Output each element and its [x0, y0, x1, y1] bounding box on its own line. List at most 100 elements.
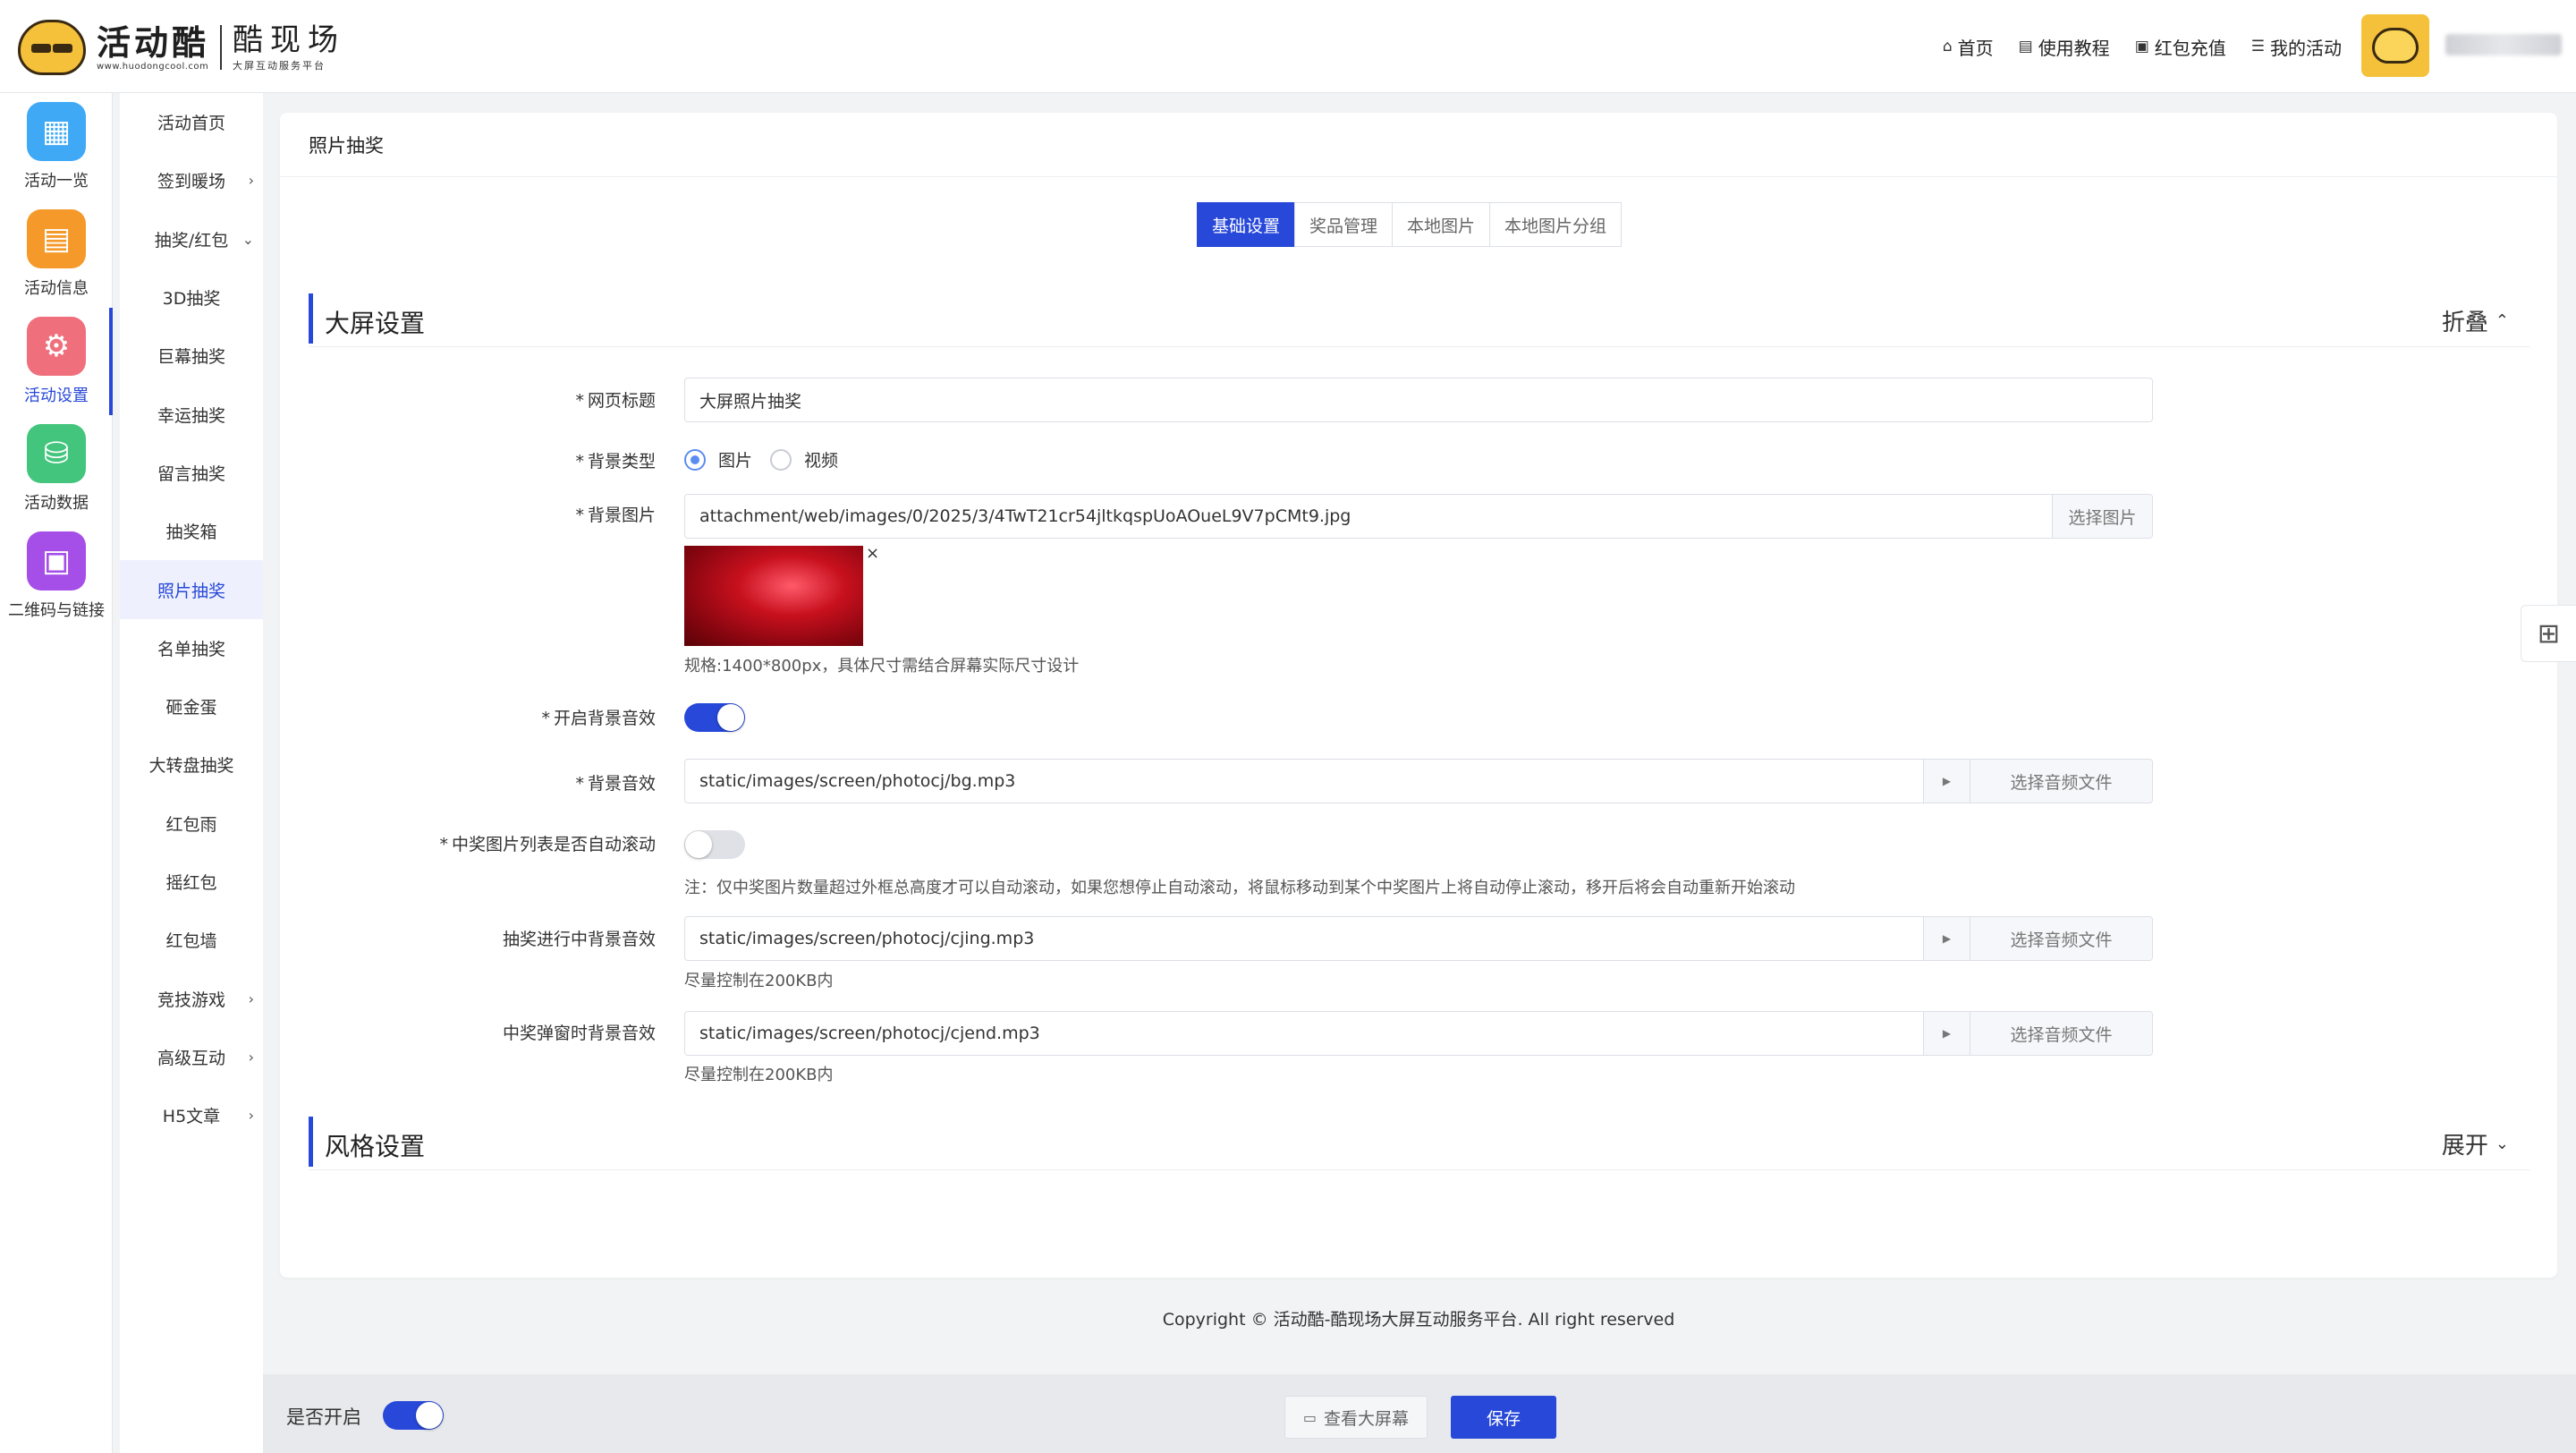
- required-mark: *: [575, 506, 584, 525]
- top-header: 活动酷 www.huodongcool.com 酷现场 大屏互动服务平台 ⌂ 首…: [0, 0, 2576, 93]
- rail-item-0[interactable]: ▦ 活动一览: [0, 93, 113, 200]
- tab-basic-settings[interactable]: 基础设置: [1197, 202, 1296, 247]
- drawing-music-label-text: 抽奖进行中背景音效: [502, 930, 656, 949]
- brand-logo[interactable]: 活动酷 www.huodongcool.com 酷现场 大屏互动服务平台: [18, 16, 345, 79]
- submenu-item[interactable]: 活动首页: [120, 93, 263, 151]
- autoscroll-toggle[interactable]: [684, 830, 745, 859]
- play-icon[interactable]: ▶: [1923, 760, 1970, 803]
- nav-home[interactable]: ⌂ 首页: [1943, 34, 1994, 60]
- view-screen-label: 查看大屏幕: [1324, 1408, 1410, 1429]
- choose-audio-button[interactable]: 选择音频文件: [1970, 760, 2152, 803]
- user-avatar[interactable]: [2361, 14, 2429, 77]
- drawing-music-path: static/images/screen/photocj/cjing.mp3: [699, 929, 1035, 948]
- bg-type-radio-image[interactable]: 图片: [684, 447, 752, 472]
- qrcode-float-icon[interactable]: ⊞: [2521, 605, 2576, 662]
- logo-primary: 活动酷 www.huodongcool.com: [97, 24, 209, 72]
- submenu-item[interactable]: 签到暖场 ›: [120, 151, 263, 209]
- submenu-item-label: 摇红包: [165, 873, 217, 893]
- submenu-item-label: 红包墙: [165, 931, 217, 952]
- drawing-music-input[interactable]: static/images/screen/photocj/cjing.mp3 ▶…: [684, 916, 2153, 961]
- choose-audio-button[interactable]: 选择音频文件: [1970, 1012, 2152, 1055]
- rail-item-2[interactable]: ⚙ 活动设置: [0, 308, 113, 415]
- submenu-item[interactable]: 巨幕抽奖: [120, 327, 263, 385]
- popup-music-path: static/images/screen/photocj/cjend.mp3: [699, 1024, 1040, 1043]
- page-title-value: 大屏照片抽奖: [699, 391, 802, 412]
- monitor-icon: ▭: [1302, 1408, 1318, 1426]
- settings-card: 照片抽奖 基础设置 奖品管理 本地图片 本地图片分组 大屏设置 折叠 ⌃ * 网页…: [280, 113, 2557, 1278]
- required-mark: *: [575, 452, 584, 472]
- enable-toggle[interactable]: [383, 1401, 444, 1430]
- submenu-item[interactable]: 抽奖箱: [120, 502, 263, 560]
- database-icon: ⛁: [27, 424, 86, 483]
- play-icon[interactable]: ▶: [1923, 917, 1970, 960]
- submenu-item-label: 红包雨: [165, 814, 217, 835]
- tab-local-image-groups[interactable]: 本地图片分组: [1489, 202, 1623, 247]
- bg-type-radio-video[interactable]: 视频: [770, 447, 838, 472]
- enable-label: 是否开启: [286, 1406, 361, 1428]
- submenu-item[interactable]: 3D抽奖: [120, 268, 263, 327]
- home-icon: ⌂: [1942, 38, 1953, 55]
- username-blurred[interactable]: [2445, 34, 2562, 55]
- nav-tutorial[interactable]: ▤ 使用教程: [2019, 34, 2110, 60]
- popup-music-input[interactable]: static/images/screen/photocj/cjend.mp3 ▶…: [684, 1011, 2153, 1056]
- tab-prize-management[interactable]: 奖品管理: [1294, 202, 1394, 247]
- radio-label-video: 视频: [804, 451, 839, 471]
- logo-url: www.huodongcool.com: [97, 61, 209, 72]
- section-accent-bar: [309, 293, 313, 344]
- nav-my-activities[interactable]: ☰ 我的活动: [2251, 34, 2342, 60]
- submenu-item[interactable]: 红包墙: [120, 911, 263, 969]
- submenu-item[interactable]: H5文章 ›: [120, 1086, 263, 1144]
- submenu-item[interactable]: 红包雨: [120, 794, 263, 853]
- card-title: 照片抽奖: [280, 113, 2557, 177]
- top-nav: ⌂ 首页 ▤ 使用教程 ▣ 红包充值 ☰ 我的活动: [1943, 0, 2342, 93]
- bg-music-path: static/images/screen/photocj/bg.mp3: [699, 771, 1016, 791]
- bg-image-input[interactable]: attachment/web/images/0/2025/3/4TwT21cr5…: [684, 494, 2153, 539]
- submenu-item[interactable]: 大转盘抽奖: [120, 735, 263, 794]
- submenu-item-label: 活动首页: [157, 114, 225, 134]
- submenu-item-label: 高级互动: [157, 1048, 225, 1068]
- save-button[interactable]: 保存: [1451, 1396, 1556, 1439]
- view-screen-button[interactable]: ▭ 查看大屏幕: [1284, 1396, 1428, 1439]
- bg-image-label-text: 背景图片: [587, 506, 656, 525]
- logo-name: 活动酷: [97, 22, 210, 63]
- submenu-item[interactable]: 摇红包: [120, 853, 263, 911]
- bg-image-thumbnail: [684, 546, 863, 646]
- bg-type-label-text: 背景类型: [587, 452, 656, 472]
- play-icon[interactable]: ▶: [1923, 1012, 1970, 1055]
- rail-item-3[interactable]: ⛁ 活动数据: [0, 415, 113, 523]
- submenu-item[interactable]: 抽奖/红包 ⌄: [120, 210, 263, 268]
- bg-music-input[interactable]: static/images/screen/photocj/bg.mp3 ▶ 选择…: [684, 759, 2153, 803]
- expand-toggle[interactable]: 展开 ⌄: [2442, 1127, 2509, 1160]
- section-style-settings: 风格设置 展开 ⌄: [309, 1117, 2530, 1170]
- close-icon[interactable]: ×: [866, 544, 879, 563]
- bg-music-label: * 背景音效: [280, 770, 656, 794]
- submenu-item[interactable]: 竞技游戏 ›: [120, 969, 263, 1027]
- required-mark: *: [541, 709, 550, 728]
- submenu-item[interactable]: 幸运抽奖: [120, 385, 263, 443]
- tab-local-images[interactable]: 本地图片: [1392, 202, 1491, 247]
- rail-item-4[interactable]: ▣ 二维码与链接: [0, 523, 113, 630]
- choose-image-button[interactable]: 选择图片: [2052, 495, 2152, 538]
- nav-my-activities-label: 我的活动: [2270, 37, 2342, 59]
- bg-music-toggle[interactable]: [684, 703, 745, 732]
- submenu-item[interactable]: 砸金蛋: [120, 677, 263, 735]
- collapse-label: 折叠: [2441, 310, 2488, 336]
- submenu-item[interactable]: 高级互动 ›: [120, 1028, 263, 1086]
- copyright-text: Copyright © 活动酷-酷现场大屏互动服务平台. All right r…: [1162, 1310, 1675, 1330]
- secondary-sidebar: 活动首页签到暖场 › 抽奖/红包 ⌄ 3D抽奖 巨幕抽奖 幸运抽奖 留言抽奖 抽奖箱 照片抽奖 名单…: [120, 93, 263, 1453]
- collapse-toggle[interactable]: 折叠 ⌃: [2442, 304, 2509, 337]
- choose-audio-button[interactable]: 选择音频文件: [1970, 917, 2152, 960]
- rail-item-label: 活动信息: [24, 279, 89, 298]
- page-title-input[interactable]: 大屏照片抽奖: [684, 378, 2153, 422]
- rail-item-1[interactable]: ▤ 活动信息: [0, 200, 113, 308]
- submenu-item[interactable]: 名单抽奖: [120, 619, 263, 677]
- expand-label: 展开: [2441, 1133, 2488, 1160]
- logo-divider: [220, 25, 223, 70]
- action-footer: 是否开启 ▭ 查看大屏幕 保存: [263, 1374, 2576, 1453]
- primary-sidebar: ▦ 活动一览 ▤ 活动信息 ⚙ 活动设置 ⛁ 活动数据 ▣ 二维码与链接: [0, 93, 113, 1453]
- submenu-item-label: 砸金蛋: [165, 698, 217, 718]
- submenu-item[interactable]: 留言抽奖: [120, 444, 263, 502]
- submenu-item[interactable]: 照片抽奖: [120, 560, 263, 619]
- logo-secondary: 酷现场 大屏互动服务平台: [233, 22, 345, 72]
- nav-recharge[interactable]: ▣ 红包充值: [2135, 34, 2226, 60]
